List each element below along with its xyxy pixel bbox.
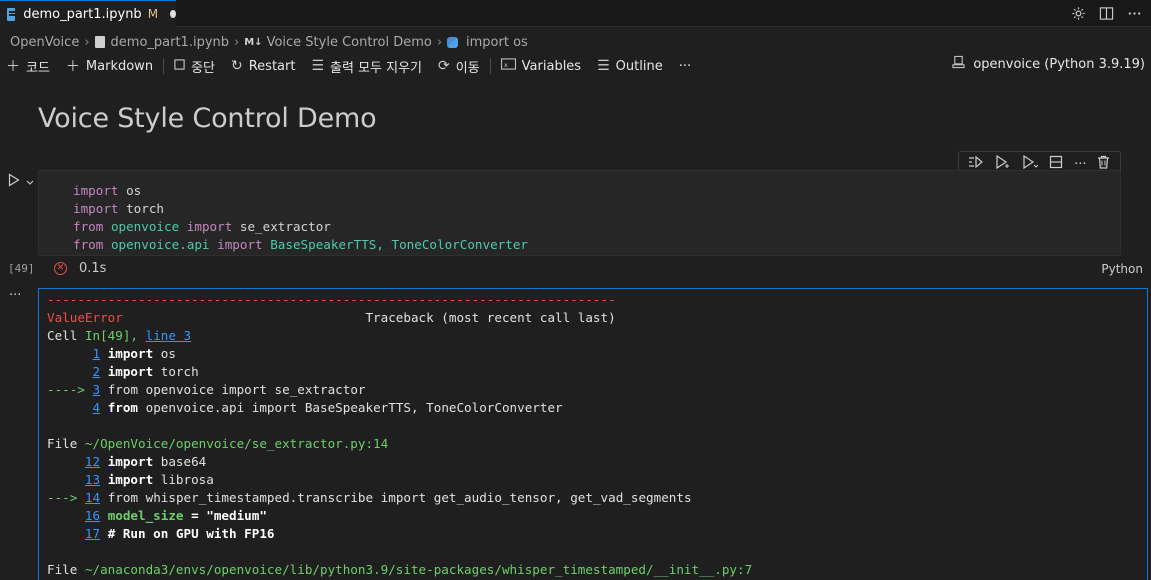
more-actions-icon[interactable] [1125, 4, 1143, 22]
go-to-icon: ⟳ [438, 58, 450, 74]
code-cell-editor[interactable]: import os import torch from openvoice im… [38, 170, 1121, 256]
kernel-picker[interactable]: openvoice (Python 3.9.19) [952, 55, 1145, 73]
run-cell-icon[interactable] [8, 173, 20, 191]
markdown-heading[interactable]: Voice Style Control Demo [38, 103, 377, 134]
error-circle-icon: ✕ [54, 262, 67, 275]
outline-list-icon: ☰ [597, 58, 610, 74]
add-code-cell-button[interactable]: ＋ 코드 [6, 56, 50, 76]
interrupt-button[interactable]: 중단 [174, 57, 215, 76]
breadcrumb-symbol[interactable]: import os [466, 35, 528, 50]
goto-button[interactable]: ⟳ 이동 [438, 57, 480, 76]
cell-output: ----------------------------------------… [38, 288, 1148, 580]
traceback-file-path[interactable]: ~/anaconda3/envs/openvoice/lib/python3.9… [85, 562, 752, 577]
execution-count: [49] [8, 262, 35, 275]
settings-gear-icon[interactable] [1069, 4, 1087, 22]
variables-icon: x [500, 58, 516, 74]
outline-button[interactable]: ☰ Outline [597, 58, 663, 74]
breadcrumb-section[interactable]: Voice Style Control Demo [267, 35, 432, 50]
tab-demo-part1[interactable]: demo_part1.ipynb M [0, 0, 176, 27]
add-markdown-cell-button[interactable]: ＋ Markdown [66, 56, 153, 76]
modified-badge: M [147, 7, 159, 21]
execution-duration: 0.1s [79, 261, 107, 276]
markdown-icon: M↓ [244, 36, 263, 48]
restart-icon: ↻ [230, 58, 243, 74]
run-options-chevron-down-icon[interactable] [26, 174, 34, 190]
notebook-toolbar: ＋ 코드 ＋ Markdown 중단 ↻ Restart ☰ 출력 모두 지우기… [0, 55, 1151, 77]
kernel-label: openvoice (Python 3.9.19) [973, 56, 1145, 72]
chevron-right-icon: › [84, 34, 90, 50]
toolbar-more-button[interactable]: ··· [679, 59, 691, 74]
traceback-line-link[interactable]: line 3 [146, 328, 192, 343]
editor-tab-bar: demo_part1.ipynb M [0, 0, 1151, 27]
stop-icon [174, 58, 185, 74]
restart-button[interactable]: ↻ Restart [231, 58, 295, 74]
plus-icon: ＋ [6, 59, 20, 75]
toolbar-divider [163, 58, 165, 74]
plus-icon: ＋ [65, 59, 80, 75]
cell-run-controls [8, 173, 34, 191]
split-editor-icon[interactable] [1097, 4, 1115, 22]
variables-button[interactable]: x Variables [500, 58, 581, 74]
cell-status: ✕ 0.1s [54, 261, 106, 276]
breadcrumb-root[interactable]: OpenVoice [10, 35, 79, 50]
unsaved-dot-icon[interactable] [170, 10, 176, 18]
chevron-right-icon: › [234, 34, 240, 50]
python-icon [447, 36, 459, 48]
svg-text:x: x [503, 61, 507, 69]
breadcrumb-file[interactable]: demo_part1.ipynb [111, 35, 229, 50]
clear-all-outputs-button[interactable]: ☰ 출력 모두 지우기 [311, 57, 422, 76]
kernel-icon [952, 55, 965, 73]
notebook-file-icon [7, 7, 17, 21]
editor-actions [1069, 4, 1143, 22]
cell-language-picker[interactable]: Python [1101, 262, 1143, 276]
traceback-text: ----------------------------------------… [47, 292, 753, 577]
breadcrumb: OpenVoice › demo_part1.ipynb › M↓ Voice … [10, 33, 528, 51]
traceback-file-path[interactable]: ~/OpenVoice/openvoice/se_extractor.py:14 [85, 436, 388, 451]
code-block: import os import torch from openvoice im… [73, 183, 528, 252]
toolbar-divider [489, 58, 491, 74]
output-actions-icon[interactable]: ··· [9, 288, 21, 303]
clear-all-icon: ☰ [311, 58, 325, 74]
tab-title: demo_part1.ipynb [23, 6, 142, 22]
chevron-right-icon: › [436, 34, 443, 50]
notebook-file-icon [94, 36, 105, 48]
